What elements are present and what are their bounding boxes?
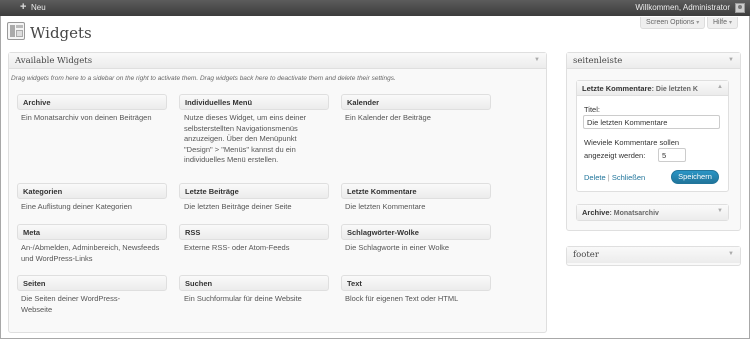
widget-instance-title: : Monatsarchiv — [609, 210, 659, 217]
screen-options-label: Screen Options — [646, 19, 695, 26]
widget-description: Ein Kalender der Beiträge — [345, 113, 431, 122]
widget-title: Kalender — [347, 98, 380, 107]
count-field-label-line2: angezeigt werden: — [584, 151, 646, 160]
widget-pages[interactable]: Seiten — [17, 275, 167, 291]
help-label: Hilfe — [713, 19, 728, 26]
widget-actions: Delete | Schließen — [584, 173, 645, 182]
widget-title: Kategorien — [23, 187, 63, 196]
widget-description: Externe RSS- oder Atom-Feeds — [184, 243, 290, 252]
widget-rss[interactable]: RSS — [179, 224, 329, 240]
archive-widget-closed[interactable]: Archive: Monatsarchiv ▼ — [576, 204, 729, 221]
widget-description: Ein Monatsarchiv von deinen Beiträgen — [21, 113, 152, 122]
available-widgets-description: Drag widgets from here to a sidebar on t… — [11, 75, 396, 82]
page-title: Widgets — [30, 24, 92, 42]
widget-description: Nutze dieses Widget, um eins deiner selb… — [184, 113, 307, 164]
admin-bar: + Neu Willkommen, Administrator — [0, 0, 750, 16]
screen-options-tab[interactable]: Screen Options ▾ — [640, 17, 706, 29]
widget-description: Eine Auflistung deiner Kategorien — [21, 202, 132, 211]
expand-arrow-icon[interactable]: ▼ — [728, 251, 734, 257]
plus-icon[interactable]: + — [20, 2, 26, 13]
footer-header[interactable]: footer ▼ — [567, 247, 740, 263]
title-field-label: Titel: — [584, 105, 600, 114]
widget-title: Letzte Kommentare — [582, 84, 652, 93]
widget-description: An-/Abmelden, Adminbereich, Newsfeeds un… — [21, 243, 160, 263]
widget-recent-posts[interactable]: Letzte Beiträge — [179, 183, 329, 199]
collapse-arrow-icon[interactable]: ▼ — [534, 57, 540, 63]
widget-recent-comments[interactable]: Letzte Kommentare — [341, 183, 491, 199]
widget-header[interactable]: Archive: Monatsarchiv ▼ — [577, 205, 728, 220]
expand-arrow-icon[interactable]: ▼ — [717, 208, 723, 214]
widget-description: Die letzten Kommentare — [345, 202, 426, 211]
widget-instance-title: : Die letzten K — [651, 86, 698, 93]
widget-title: Schlagwörter-Wolke — [347, 228, 419, 237]
widget-search[interactable]: Suchen — [179, 275, 329, 291]
comment-count-field[interactable] — [658, 148, 686, 162]
widget-header[interactable]: Letzte Kommentare: Die letzten K ▲ — [577, 81, 728, 96]
widget-title: Letzte Kommentare — [347, 187, 417, 196]
save-button[interactable]: Speichern — [671, 170, 719, 184]
widget-calendar[interactable]: Kalender — [341, 94, 491, 110]
link-separator: | — [607, 173, 610, 182]
collapse-arrow-icon[interactable]: ▲ — [717, 84, 723, 90]
widget-title: Seiten — [23, 279, 46, 288]
widget-description: Ein Suchformular für deine Website — [184, 294, 302, 303]
widget-title: Archive — [582, 208, 610, 217]
available-widgets-title: Available Widgets — [15, 56, 93, 66]
delete-link[interactable]: Delete — [584, 173, 606, 182]
footer-title: footer — [573, 250, 599, 260]
available-widgets-header[interactable]: Available Widgets ▼ — [9, 53, 546, 69]
widget-title: Archive — [23, 98, 51, 107]
widget-categories[interactable]: Kategorien — [17, 183, 167, 199]
widgets-page-icon — [7, 22, 25, 40]
sidebar-header[interactable]: seitenleiste ▼ — [567, 53, 740, 69]
widget-description: Die Schlagworte in einer Wolke — [345, 243, 450, 252]
widget-title: Text — [347, 279, 362, 288]
widget-title: RSS — [185, 228, 201, 237]
chevron-down-icon: ▾ — [696, 20, 700, 26]
chevron-down-icon: ▾ — [729, 20, 733, 26]
avatar[interactable] — [735, 3, 745, 13]
widget-custom-menu[interactable]: Individuelles Menü — [179, 94, 329, 110]
widget-tag-cloud[interactable]: Schlagwörter-Wolke — [341, 224, 491, 240]
widget-title: Suchen — [185, 279, 213, 288]
help-tab[interactable]: Hilfe ▾ — [707, 17, 739, 29]
collapse-arrow-icon[interactable]: ▼ — [728, 57, 734, 63]
widget-description: Die letzten Beiträge deiner Seite — [184, 202, 292, 211]
widget-meta[interactable]: Meta — [17, 224, 167, 240]
welcome-user-link[interactable]: Willkommen, Administrator — [635, 3, 730, 12]
widget-title: Individuelles Menü — [185, 98, 253, 107]
sidebar-title: seitenleiste — [573, 56, 623, 66]
widget-description: Die Seiten deiner WordPress-Webseite — [21, 294, 121, 314]
widget-text[interactable]: Text — [341, 275, 491, 291]
close-link[interactable]: Schließen — [612, 173, 645, 182]
sidebar-area-footer: footer ▼ — [566, 246, 741, 266]
count-field-label-line1: Wieviele Kommentare sollen — [584, 138, 680, 147]
widget-description: Block für eigenen Text oder HTML — [345, 294, 459, 303]
widget-title: Letzte Beiträge — [185, 187, 239, 196]
title-field[interactable] — [583, 115, 720, 129]
widget-title: Meta — [23, 228, 41, 237]
widget-archive[interactable]: Archive — [17, 94, 167, 110]
new-content-link[interactable]: Neu — [31, 3, 46, 12]
